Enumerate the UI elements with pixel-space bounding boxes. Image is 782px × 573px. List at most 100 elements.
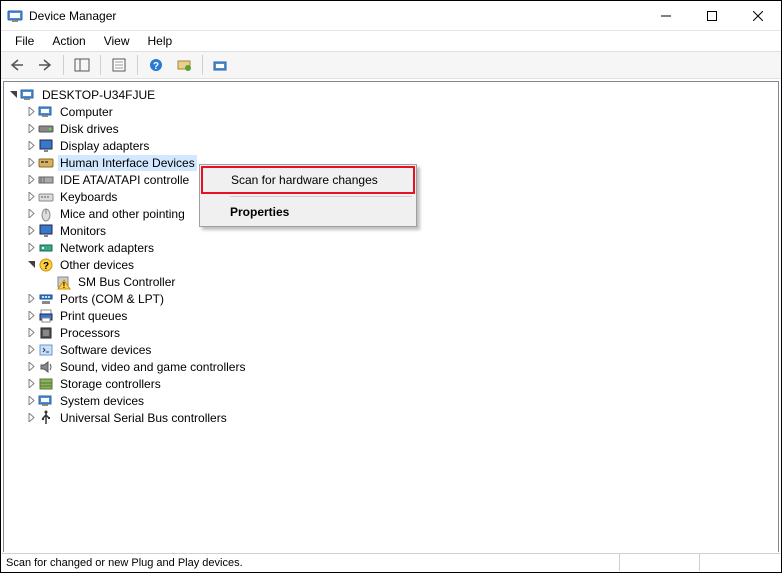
add-legacy-button[interactable] bbox=[209, 54, 233, 76]
toolbar: ? bbox=[1, 51, 781, 79]
tree-node-label: Disk drives bbox=[58, 121, 121, 137]
expand-arrow-icon[interactable] bbox=[24, 224, 38, 238]
svg-text:?: ? bbox=[153, 61, 159, 72]
expand-arrow-icon[interactable] bbox=[24, 173, 38, 187]
expand-arrow-icon[interactable] bbox=[24, 411, 38, 425]
tree-node-label: Network adapters bbox=[58, 240, 156, 256]
ctx-scan-hardware[interactable]: Scan for hardware changes bbox=[201, 166, 415, 194]
computer-icon bbox=[38, 104, 54, 120]
statusbar-text: Scan for changed or new Plug and Play de… bbox=[2, 554, 620, 571]
expand-arrow-icon[interactable] bbox=[24, 292, 38, 306]
ctx-separator bbox=[230, 196, 412, 197]
tree-node[interactable]: Ports (COM & LPT) bbox=[6, 290, 776, 307]
tree-node[interactable]: Computer bbox=[6, 103, 776, 120]
tree-node[interactable]: Software devices bbox=[6, 341, 776, 358]
expand-arrow-icon[interactable] bbox=[24, 139, 38, 153]
help-button[interactable]: ? bbox=[144, 54, 168, 76]
expand-arrow-icon[interactable] bbox=[24, 309, 38, 323]
ports-icon bbox=[38, 291, 54, 307]
tree-node-label: Monitors bbox=[58, 223, 108, 239]
tree-node[interactable]: Disk drives bbox=[6, 120, 776, 137]
tree-node-label: Storage controllers bbox=[58, 376, 163, 392]
tree-node[interactable]: Network adapters bbox=[6, 239, 776, 256]
tree-node[interactable]: ? Other devices bbox=[6, 256, 776, 273]
collapse-arrow-icon[interactable] bbox=[24, 258, 38, 272]
disk-icon bbox=[38, 121, 54, 137]
menu-view[interactable]: View bbox=[96, 32, 138, 50]
tree-node-label: Keyboards bbox=[58, 189, 119, 205]
mouse-icon bbox=[38, 206, 54, 222]
statusbar-cell bbox=[700, 554, 780, 571]
maximize-button[interactable] bbox=[689, 1, 735, 30]
tree-node-label: Mice and other pointing bbox=[58, 206, 187, 222]
device-tree-pane[interactable]: DESKTOP-U34FJUEComputerDisk drivesDispla… bbox=[3, 81, 779, 552]
menu-file[interactable]: File bbox=[7, 32, 42, 50]
storage-icon bbox=[38, 376, 54, 392]
statusbar-cell bbox=[620, 554, 700, 571]
expand-arrow-icon[interactable] bbox=[24, 105, 38, 119]
expand-arrow-icon[interactable] bbox=[24, 122, 38, 136]
sound-icon bbox=[38, 359, 54, 375]
tree-node[interactable]: Storage controllers bbox=[6, 375, 776, 392]
scan-hardware-button[interactable] bbox=[172, 54, 196, 76]
usb-icon bbox=[38, 410, 54, 426]
tree-node[interactable]: ! SM Bus Controller bbox=[6, 273, 776, 290]
tree-node-label: Other devices bbox=[58, 257, 136, 273]
toolbar-separator bbox=[137, 55, 138, 75]
minimize-button[interactable] bbox=[643, 1, 689, 30]
collapse-arrow-icon[interactable] bbox=[6, 88, 20, 102]
titlebar: Device Manager bbox=[1, 1, 781, 31]
expand-arrow-icon[interactable] bbox=[24, 377, 38, 391]
statusbar: Scan for changed or new Plug and Play de… bbox=[2, 553, 780, 571]
printer-icon bbox=[38, 308, 54, 324]
close-button[interactable] bbox=[735, 1, 781, 30]
expand-arrow-icon[interactable] bbox=[24, 241, 38, 255]
context-menu: Scan for hardware changes Properties bbox=[199, 164, 417, 227]
tree-node-label: Display adapters bbox=[58, 138, 151, 154]
system-icon bbox=[38, 393, 54, 409]
expand-arrow-icon[interactable] bbox=[24, 326, 38, 340]
menu-action[interactable]: Action bbox=[44, 32, 93, 50]
tree-node-label: SM Bus Controller bbox=[76, 274, 177, 290]
tree-node-label: Sound, video and game controllers bbox=[58, 359, 247, 375]
expand-arrow-icon[interactable] bbox=[24, 360, 38, 374]
tree-node[interactable]: Universal Serial Bus controllers bbox=[6, 409, 776, 426]
tree-node-label: Ports (COM & LPT) bbox=[58, 291, 166, 307]
expand-arrow-icon[interactable] bbox=[24, 156, 38, 170]
tree-node-label: IDE ATA/ATAPI controlle bbox=[58, 172, 191, 188]
tree-node[interactable]: DESKTOP-U34FJUE bbox=[6, 86, 776, 103]
tree-node-label: Processors bbox=[58, 325, 122, 341]
tree-node-label: Software devices bbox=[58, 342, 153, 358]
software-icon bbox=[38, 342, 54, 358]
properties-button[interactable] bbox=[107, 54, 131, 76]
tree-node[interactable]: Sound, video and game controllers bbox=[6, 358, 776, 375]
tree-node[interactable]: Processors bbox=[6, 324, 776, 341]
cpu-icon bbox=[38, 325, 54, 341]
monitor-icon bbox=[38, 223, 54, 239]
toolbar-separator bbox=[63, 55, 64, 75]
svg-text:?: ? bbox=[43, 261, 49, 272]
menu-help[interactable]: Help bbox=[140, 32, 181, 50]
forward-button[interactable] bbox=[33, 54, 57, 76]
tree-node[interactable]: Print queues bbox=[6, 307, 776, 324]
show-hide-tree-button[interactable] bbox=[70, 54, 94, 76]
tree-node-label: Human Interface Devices bbox=[58, 155, 197, 171]
back-button[interactable] bbox=[5, 54, 29, 76]
expand-arrow-icon[interactable] bbox=[24, 343, 38, 357]
window-title: Device Manager bbox=[29, 9, 116, 23]
toolbar-separator bbox=[202, 55, 203, 75]
menubar: File Action View Help bbox=[1, 31, 781, 51]
expand-arrow-icon[interactable] bbox=[24, 190, 38, 204]
tree-node-label: System devices bbox=[58, 393, 146, 409]
expand-arrow-icon[interactable] bbox=[24, 207, 38, 221]
app-icon bbox=[7, 8, 23, 24]
expand-arrow-icon[interactable] bbox=[24, 394, 38, 408]
ctx-properties[interactable]: Properties bbox=[202, 200, 414, 224]
tree-node[interactable]: System devices bbox=[6, 392, 776, 409]
tree-node[interactable]: Display adapters bbox=[6, 137, 776, 154]
expander-spacer bbox=[42, 275, 56, 289]
hid-icon bbox=[38, 155, 54, 171]
warning-icon: ! bbox=[56, 274, 72, 290]
tree-node-label: Universal Serial Bus controllers bbox=[58, 410, 229, 426]
svg-text:!: ! bbox=[63, 281, 66, 290]
